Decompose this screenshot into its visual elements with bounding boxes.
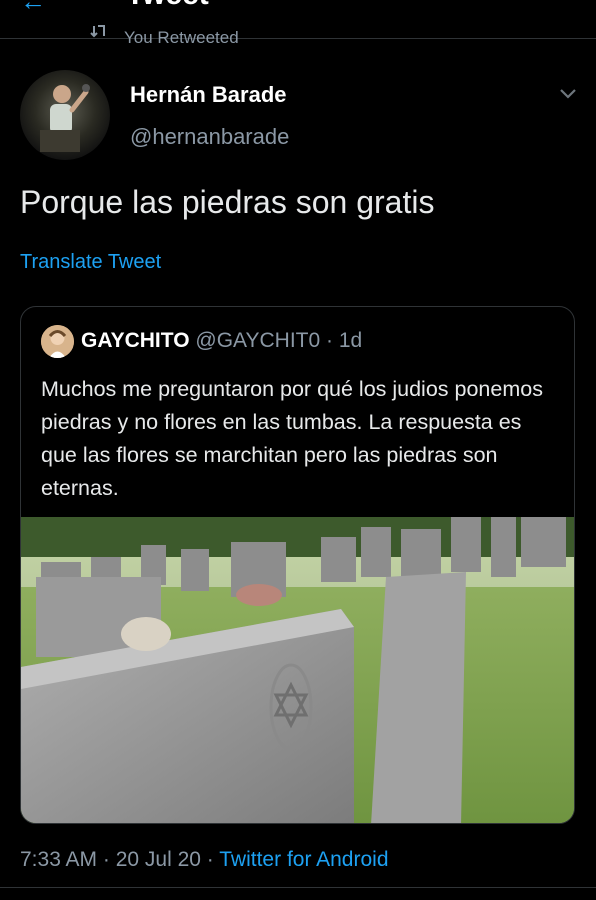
source-link[interactable]: Twitter for Android xyxy=(219,848,388,871)
quoted-tweet-text: Muchos me preguntaron por qué los judios… xyxy=(41,377,543,500)
quoted-header: GAYCHITO @GAYCHIT0 · 1d xyxy=(81,329,362,353)
quoted-avatar xyxy=(41,325,74,358)
author-handle[interactable]: @hernanbarade xyxy=(130,124,289,150)
quoted-tweet-card[interactable]: GAYCHITO @GAYCHIT0 · 1d Muchos me pregun… xyxy=(20,306,575,824)
quoted-avatar-photo xyxy=(41,325,74,358)
retweet-context: You Retweeted xyxy=(90,24,239,44)
quoted-time: 1d xyxy=(338,329,363,352)
separator-dot: · xyxy=(326,329,333,352)
separator-dot: · xyxy=(206,848,214,871)
avatar[interactable] xyxy=(20,70,110,160)
avatar-photo xyxy=(40,84,90,152)
tweet-text: Porque las piedras son gratis xyxy=(20,184,435,220)
cemetery-photo[interactable] xyxy=(21,517,575,824)
page-title: Tweet xyxy=(126,0,209,12)
tweet-meta: 7:33 AM · 20 Jul 20 · Twitter for Androi… xyxy=(20,848,389,872)
back-arrow-icon[interactable]: ← xyxy=(20,0,46,17)
quoted-author-handle[interactable]: @GAYCHIT0 xyxy=(195,329,320,352)
chevron-down-icon[interactable] xyxy=(556,82,580,106)
retweet-label: You Retweeted xyxy=(124,28,239,44)
quoted-author-name[interactable]: GAYCHITO xyxy=(81,329,190,352)
timestamp: 7:33 AM · 20 Jul 20 xyxy=(20,848,201,871)
retweet-icon xyxy=(90,25,105,38)
divider xyxy=(0,887,596,888)
translate-tweet-link[interactable]: Translate Tweet xyxy=(20,251,161,274)
author-name[interactable]: Hernán Barade xyxy=(130,82,287,108)
